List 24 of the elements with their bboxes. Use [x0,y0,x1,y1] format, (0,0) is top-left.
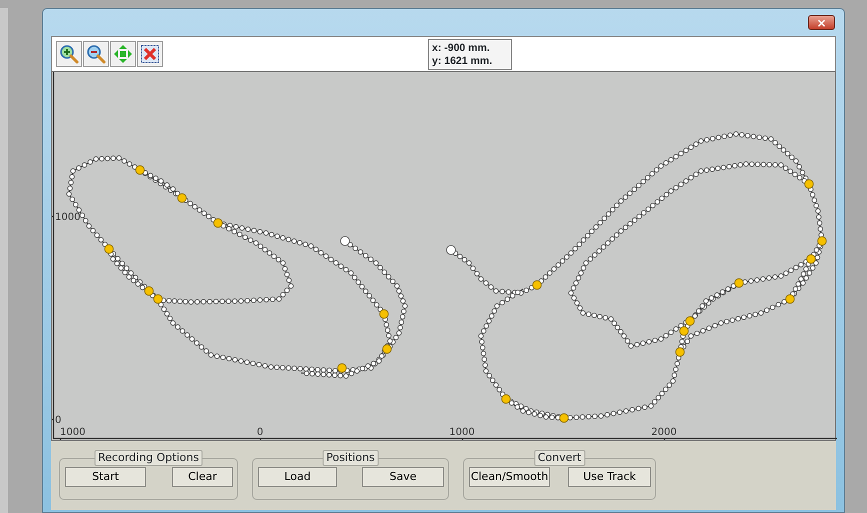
zoom-in-icon [59,44,79,64]
axis-label: 0 [55,415,62,426]
action-button[interactable]: Clean/Smooth [469,467,550,487]
zoom-in-button[interactable] [56,41,82,67]
axis-label: 1000 [449,427,475,438]
x-coordinate: x: -900 mm. [432,42,491,55]
axis-label: 1000 [60,427,86,438]
axis-label: 0 [256,427,264,438]
group-title: Recording Options [94,450,203,466]
delete-icon [140,44,160,64]
delete-button[interactable] [137,41,163,67]
action-button[interactable]: Start [65,467,146,487]
action-button[interactable]: Save [362,467,444,487]
y-coordinate: y: 1621 mm. [432,55,494,68]
action-button[interactable]: Load [258,467,337,487]
move-icon [113,44,133,64]
action-button[interactable]: Use Track [568,467,651,487]
zoom-out-icon [86,44,106,64]
group-title: Convert [534,450,586,466]
group-title: Positions [322,450,379,466]
axis-label: 2000 [651,427,677,438]
action-button[interactable]: Clear [172,467,233,487]
zoom-out-button[interactable] [83,41,109,67]
axis-label: 1000 [55,212,80,223]
